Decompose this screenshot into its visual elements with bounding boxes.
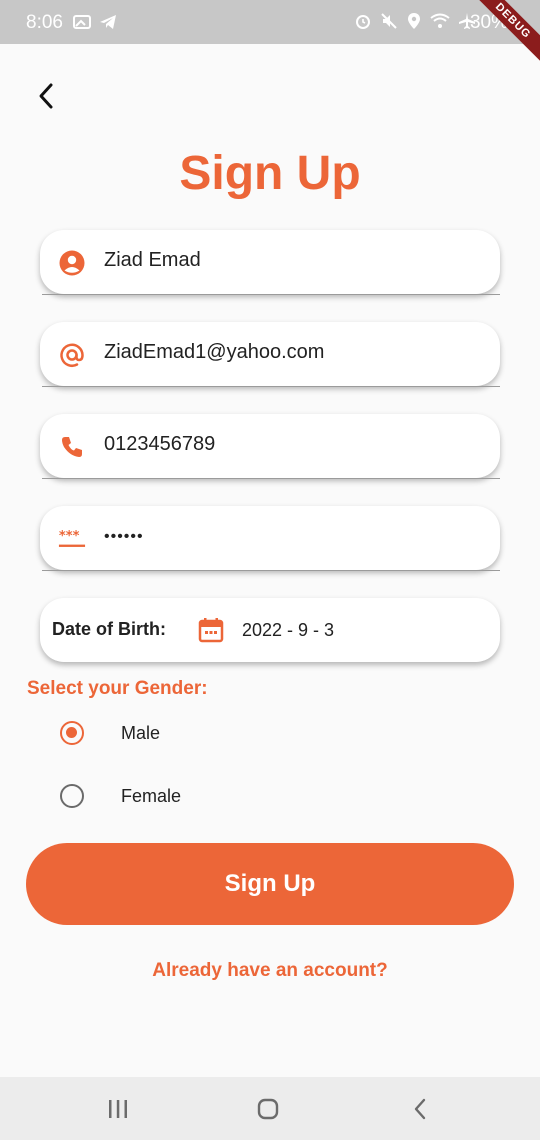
dob-label: Date of Birth: [52, 619, 166, 639]
gender-option-female[interactable]: Female [60, 776, 360, 816]
gender-option-label: Male [121, 722, 161, 743]
status-right-icons [354, 12, 476, 30]
image-notification-icon [73, 15, 91, 29]
radio-female[interactable] [60, 784, 84, 808]
phone-icon [58, 433, 86, 461]
login-link[interactable]: Already have an account? [0, 960, 540, 982]
signup-button[interactable]: Sign Up [26, 843, 514, 925]
svg-text:***: *** [59, 529, 80, 544]
recent-apps-icon [109, 1100, 127, 1118]
wifi-icon [430, 13, 450, 28]
mute-icon [381, 13, 397, 29]
field-underline [42, 386, 500, 387]
back-button[interactable] [28, 78, 64, 114]
gender-option-male[interactable]: Male [60, 713, 360, 753]
password-field[interactable]: *** •••••• [40, 506, 500, 571]
gender-option-label: Female [121, 785, 182, 806]
radio-male[interactable] [60, 721, 84, 745]
field-underline [42, 570, 500, 571]
back-nav-icon [414, 1098, 426, 1120]
alarm-icon [356, 15, 370, 29]
status-time: 8:06 [26, 12, 63, 33]
phone-value: 0123456789 [104, 433, 216, 455]
location-icon [408, 13, 420, 29]
email-field[interactable]: ZiadEmad1@yahoo.com [40, 322, 500, 387]
dob-value: 2022 - 9 - 3 [242, 620, 335, 640]
status-bar: 8:06 30% DEBUG [0, 0, 540, 67]
chevron-left-icon [39, 83, 53, 109]
back-nav-button[interactable] [405, 1095, 435, 1123]
password-value: •••••• [104, 528, 144, 545]
email-value: ZiadEmad1@yahoo.com [104, 341, 325, 363]
password-icon: *** [58, 525, 86, 553]
recent-apps-button[interactable] [103, 1095, 133, 1123]
home-icon [257, 1098, 279, 1120]
person-icon [58, 249, 86, 277]
home-button[interactable] [253, 1095, 283, 1123]
name-field[interactable]: Ziad Emad [40, 230, 500, 295]
telegram-icon [100, 15, 116, 29]
phone-field[interactable]: 0123456789 [40, 414, 500, 479]
calendar-icon[interactable] [198, 617, 224, 643]
page-title: Sign Up [179, 147, 361, 200]
status-left-icons [72, 12, 118, 32]
system-navigation-bar [0, 1077, 540, 1140]
field-underline [42, 294, 500, 295]
gender-label: Select your Gender: [27, 678, 208, 699]
at-icon [58, 341, 86, 369]
name-value: Ziad Emad [104, 249, 201, 271]
field-underline [42, 478, 500, 479]
dob-field[interactable]: Date of Birth: 2022 - 9 - 3 [40, 598, 500, 662]
